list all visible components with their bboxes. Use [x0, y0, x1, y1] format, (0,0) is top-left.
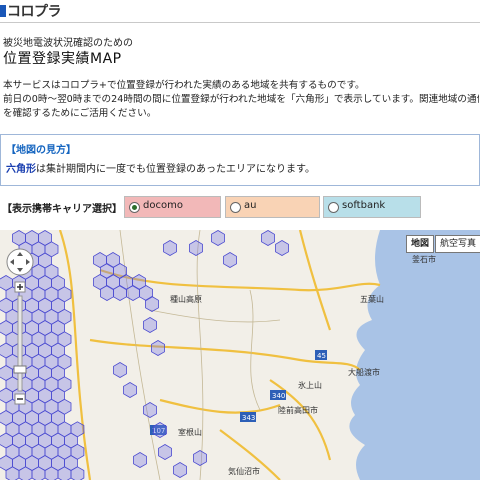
coverage-hexagon	[143, 402, 157, 418]
description-line-1: 本サービスはコロプラ+で位置登録が行われた実績のある地域を共有するものです。	[3, 80, 365, 91]
label-goyozan: 五葉山	[360, 294, 384, 304]
carrier-option-label: au	[244, 200, 257, 211]
logo-mark-icon	[0, 5, 6, 17]
coverage-hexagon	[261, 230, 275, 246]
description-line-3: を確認するためにご活用ください。	[3, 108, 157, 119]
label-kesennuma: 気仙沼市	[228, 466, 260, 476]
map-legend-box: 【地図の見方】 六角形は集計期間内に一度でも位置登録のあったエリアになります。	[0, 134, 480, 186]
map-type-satellite-button[interactable]: 航空写真	[435, 235, 480, 253]
radio-icon[interactable]	[230, 202, 241, 213]
coverage-hexagon	[143, 317, 157, 333]
carrier-option-docomo[interactable]: docomo	[124, 196, 221, 218]
label-rikuzen: 陸前高田市	[278, 405, 318, 415]
colopl-logo[interactable]: コロプラ	[0, 1, 62, 21]
map-view[interactable]: 釜石市 五葉山 種山高原 大船渡市 氷上山 陸前高田市 室根山 気仙沼市 340…	[0, 230, 480, 480]
coverage-hexagon	[153, 422, 167, 438]
legend-heading: 【地図の見方】	[6, 145, 76, 156]
minor-roads	[119, 230, 281, 480]
hexagon-overlay	[0, 230, 289, 480]
coverage-hexagon	[126, 285, 140, 301]
legend-body: は集計期間内に一度でも位置登録のあったエリアになります。	[36, 164, 315, 175]
radio-icon[interactable]	[129, 202, 140, 213]
coverage-hexagon	[145, 296, 159, 312]
service-description: 本サービスはコロプラ+で位置登録が行われた実績のある地域を共有するものです。 前…	[3, 79, 479, 121]
coverage-hexagon	[193, 450, 207, 466]
coverage-hexagon	[158, 444, 172, 460]
coverage-hexagon	[189, 240, 203, 256]
radio-icon[interactable]	[328, 202, 339, 213]
page-title: 位置登録実績MAP	[3, 51, 122, 67]
carrier-option-softbank[interactable]: softbank	[323, 196, 421, 218]
zoom-slider-track[interactable]	[17, 295, 23, 392]
logo-text: コロプラ	[7, 4, 62, 20]
legend-hexagon-term: 六角形	[6, 164, 36, 175]
coverage-hexagon	[223, 252, 237, 268]
label-taneyama: 種山高原	[170, 294, 202, 304]
coverage-hexagon	[151, 340, 165, 356]
shield-343: 343	[242, 414, 255, 422]
coverage-hexagon	[123, 382, 137, 398]
header-bar: コロプラ	[0, 0, 480, 20]
carrier-option-au[interactable]: au	[225, 196, 320, 218]
legend-text: 六角形は集計期間内に一度でも位置登録のあったエリアになります。	[6, 160, 315, 175]
coverage-hexagon	[211, 230, 225, 246]
coverage-hexagon	[275, 240, 289, 256]
carrier-option-label: docomo	[143, 200, 183, 211]
label-oofunato: 大船渡市	[348, 367, 380, 377]
shield-45: 45	[317, 352, 326, 360]
coverage-hexagon	[113, 285, 127, 301]
carrier-option-label: softbank	[342, 200, 386, 211]
zoom-slider-handle[interactable]	[13, 365, 27, 374]
label-mizukami: 氷上山	[298, 380, 322, 390]
coverage-hexagon	[163, 240, 177, 256]
map-canvas[interactable]: 釜石市 五葉山 種山高原 大船渡市 氷上山 陸前高田市 室根山 気仙沼市 340…	[0, 230, 480, 480]
carrier-selector-label: 【表示携帯キャリア選択】	[2, 204, 122, 215]
coverage-hexagon	[100, 285, 114, 301]
route-shields: 340 343 107 45	[150, 350, 327, 435]
ocean-area	[349, 230, 480, 480]
map-nav-controls	[6, 248, 34, 405]
coverage-hexagon	[113, 362, 127, 378]
carrier-selector: 【表示携帯キャリア選択】 docomo au softbank	[0, 196, 480, 218]
shield-340: 340	[272, 392, 285, 400]
page-subtitle: 被災地電波状況確認のための	[3, 38, 133, 49]
coverage-hexagon	[133, 452, 147, 468]
header-divider	[0, 22, 480, 23]
description-line-2: 前日の0時～翌0時までの24時間の間に位置登録が行われた地域を「六角形」で表示し…	[3, 94, 479, 105]
label-kamaishi: 釜石市	[412, 254, 436, 264]
map-type-map-button[interactable]: 地図	[406, 235, 434, 253]
label-murone: 室根山	[178, 427, 202, 437]
coverage-hexagon	[173, 462, 187, 478]
